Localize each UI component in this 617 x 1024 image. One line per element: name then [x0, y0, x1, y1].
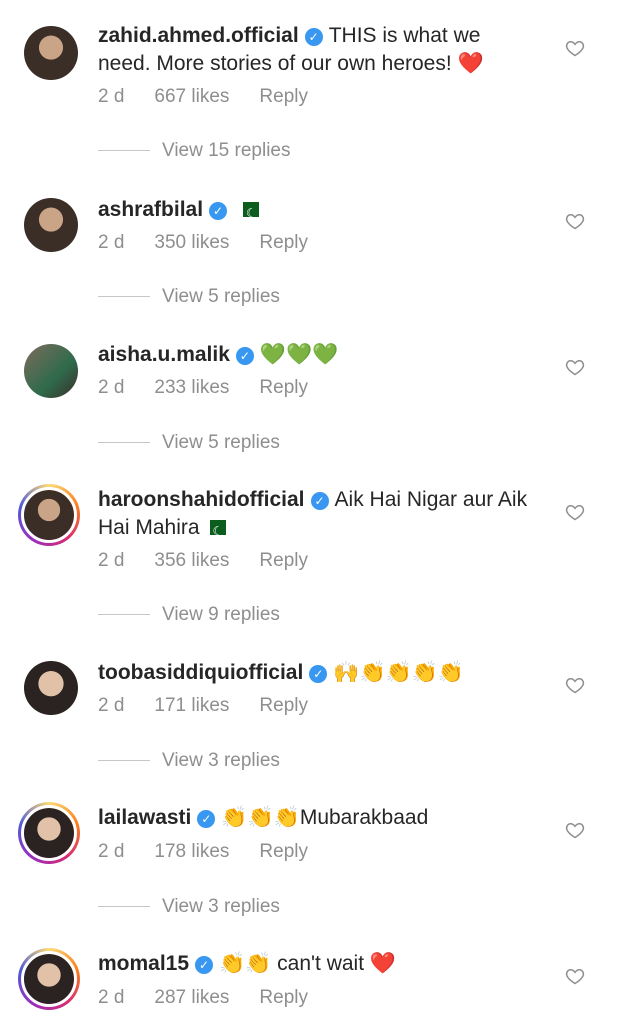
- heart-outline-icon[interactable]: [565, 211, 585, 231]
- like-count[interactable]: 287 likes: [154, 987, 229, 1008]
- verified-badge-icon: ✓: [209, 202, 228, 220]
- like-count[interactable]: 171 likes: [154, 695, 229, 716]
- heart-outline-icon[interactable]: [565, 820, 585, 840]
- view-replies-button[interactable]: View 9 replies: [98, 604, 280, 626]
- view-replies-button[interactable]: View 3 replies: [98, 896, 280, 918]
- verified-badge-icon: ✓: [235, 347, 254, 365]
- avatar[interactable]: [18, 948, 80, 1010]
- username[interactable]: haroonshahidofficial: [98, 488, 305, 511]
- comment-time: 2 d: [98, 377, 125, 398]
- comment-body: 👏👏 can't wait ❤️: [219, 952, 397, 975]
- view-replies-label: View 15 replies: [162, 140, 291, 161]
- comment-meta: 2 d 171 likes Reply: [98, 695, 338, 717]
- comment-text: momal15 ✓ 👏👏 can't wait ❤️: [98, 950, 538, 978]
- like-count[interactable]: 667 likes: [154, 86, 229, 107]
- view-replies-button[interactable]: View 5 replies: [98, 286, 280, 308]
- comment-time: 2 d: [98, 695, 125, 716]
- verified-badge-icon: ✓: [310, 492, 329, 510]
- username[interactable]: zahid.ahmed.official: [98, 24, 299, 47]
- like-count[interactable]: 233 likes: [154, 377, 229, 398]
- username[interactable]: aisha.u.malik: [98, 343, 230, 366]
- comment-time: 2 d: [98, 232, 125, 253]
- view-replies-label: View 5 replies: [162, 286, 280, 307]
- comment-time: 2 d: [98, 987, 125, 1008]
- reply-button[interactable]: Reply: [259, 86, 308, 107]
- comment-body: 🙌👏👏👏👏: [333, 661, 465, 684]
- comment-body: 💚💚💚: [259, 343, 339, 366]
- avatar[interactable]: [18, 802, 80, 864]
- reply-button[interactable]: Reply: [259, 550, 308, 571]
- comment-text: zahid.ahmed.official ✓ THIS is what we nee…: [98, 22, 538, 78]
- view-replies-button[interactable]: View 5 replies: [98, 432, 280, 454]
- pakistan-flag-icon: [237, 199, 260, 227]
- reply-button[interactable]: Reply: [259, 841, 308, 862]
- avatar[interactable]: [24, 26, 78, 80]
- view-replies-button[interactable]: View 15 replies: [98, 140, 291, 162]
- like-count[interactable]: 356 likes: [154, 550, 229, 571]
- view-replies-label: View 3 replies: [162, 750, 280, 771]
- verified-badge-icon: ✓: [197, 810, 216, 828]
- replies-divider: [98, 442, 150, 444]
- verified-badge-icon: ✓: [304, 28, 323, 46]
- like-count[interactable]: 350 likes: [154, 232, 229, 253]
- comment-time: 2 d: [98, 550, 125, 571]
- comment-text: ashrafbilal ✓: [98, 196, 538, 227]
- verified-badge-icon: ✓: [195, 956, 214, 974]
- comment-text: lailawasti ✓ 👏👏👏Mubarakbaad: [98, 804, 538, 832]
- view-replies-button[interactable]: View 3 replies: [98, 750, 280, 772]
- replies-divider: [98, 614, 150, 616]
- replies-divider: [98, 150, 150, 152]
- username[interactable]: momal15: [98, 952, 189, 975]
- replies-divider: [98, 906, 150, 908]
- comment-meta: 2 d 178 likes Reply: [98, 841, 338, 863]
- heart-outline-icon[interactable]: [565, 357, 585, 377]
- heart-outline-icon[interactable]: [565, 38, 585, 58]
- avatar[interactable]: [24, 661, 78, 715]
- reply-button[interactable]: Reply: [259, 987, 308, 1008]
- view-replies-label: View 5 replies: [162, 432, 280, 453]
- comment-text: toobasiddiquiofficial ✓ 🙌👏👏👏👏: [98, 659, 538, 687]
- avatar[interactable]: [24, 344, 78, 398]
- view-replies-label: View 9 replies: [162, 604, 280, 625]
- comment-meta: 2 d 356 likes Reply: [98, 550, 338, 572]
- comment-text: haroonshahidofficial ✓ Aik Hai Nigar aur A…: [98, 486, 538, 545]
- like-count[interactable]: 178 likes: [154, 841, 229, 862]
- heart-outline-icon[interactable]: [565, 966, 585, 986]
- pakistan-flag-icon: [203, 517, 226, 545]
- avatar[interactable]: [24, 198, 78, 252]
- reply-button[interactable]: Reply: [259, 377, 308, 398]
- reply-button[interactable]: Reply: [259, 695, 308, 716]
- comment-meta: 2 d 350 likes Reply: [98, 232, 338, 254]
- replies-divider: [98, 296, 150, 298]
- avatar[interactable]: [18, 484, 80, 546]
- comment-meta: 2 d 233 likes Reply: [98, 377, 338, 399]
- comment-meta: 2 d 287 likes Reply: [98, 987, 338, 1009]
- comment-time: 2 d: [98, 86, 125, 107]
- replies-divider: [98, 760, 150, 762]
- comment-time: 2 d: [98, 841, 125, 862]
- view-replies-label: View 3 replies: [162, 896, 280, 917]
- username[interactable]: lailawasti: [98, 806, 191, 829]
- username[interactable]: toobasiddiquiofficial: [98, 661, 303, 684]
- comment-body: 👏👏👏Mubarakbaad: [221, 806, 429, 829]
- comment-text: aisha.u.malik ✓ 💚💚💚: [98, 341, 538, 369]
- comment-meta: 2 d 667 likes Reply: [98, 86, 338, 108]
- username[interactable]: ashrafbilal: [98, 198, 203, 221]
- reply-button[interactable]: Reply: [259, 232, 308, 253]
- heart-outline-icon[interactable]: [565, 675, 585, 695]
- verified-badge-icon: ✓: [309, 665, 328, 683]
- heart-outline-icon[interactable]: [565, 502, 585, 522]
